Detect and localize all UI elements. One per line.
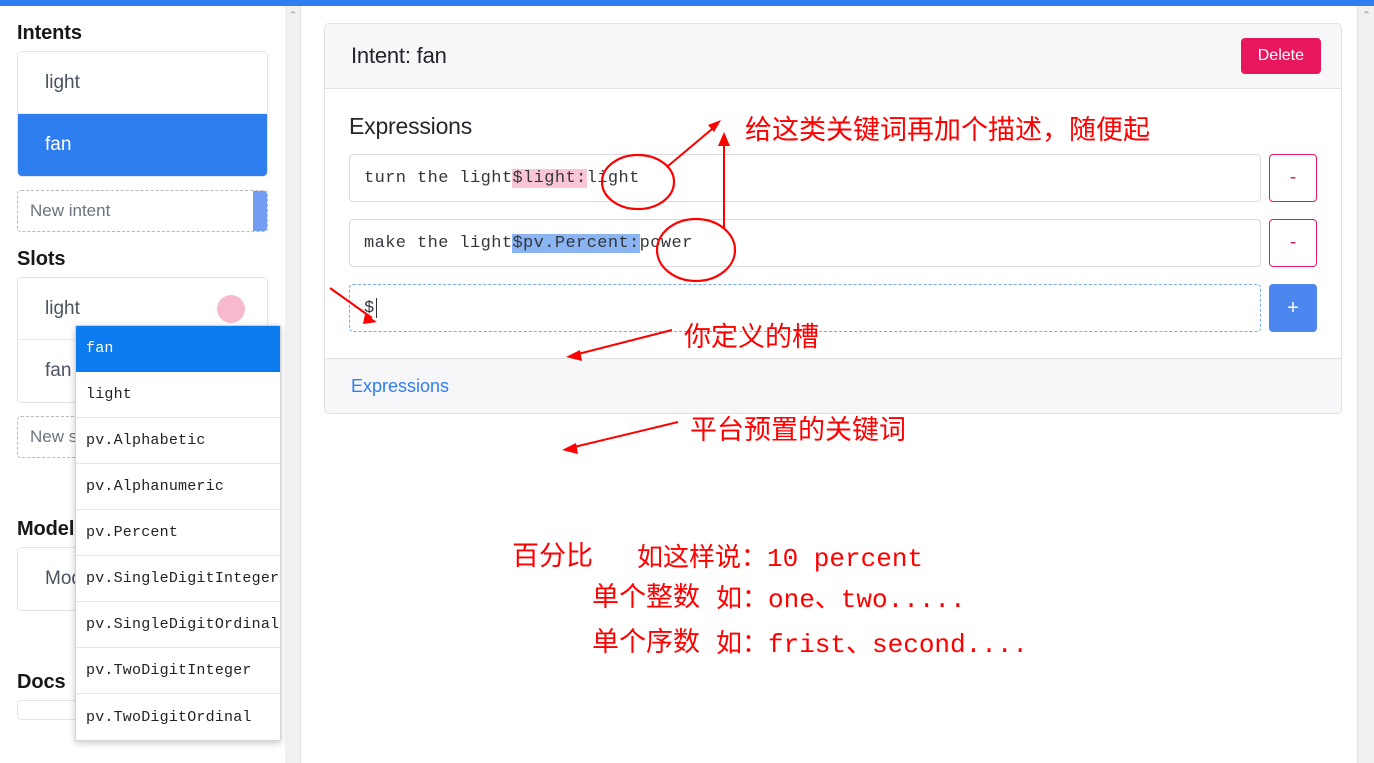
add-intent-button[interactable]: + xyxy=(253,191,268,231)
sidebar-scrollbar[interactable]: ⌃ xyxy=(285,6,301,763)
scroll-up-icon[interactable]: ⌃ xyxy=(285,10,301,22)
dropdown-item-pv-twodigitordinal[interactable]: pv.TwoDigitOrdinal xyxy=(76,694,280,740)
dropdown-item-label: light xyxy=(86,386,132,403)
page-scroll-up-icon[interactable]: ⌃ xyxy=(1358,10,1374,22)
dropdown-item-pv-singledigitordinal[interactable]: pv.SingleDigitOrdinal xyxy=(76,602,280,648)
dropdown-item-label: fan xyxy=(86,340,114,357)
main-content: Intent: fan Delete Expressions turn the … xyxy=(302,6,1342,763)
dropdown-item-pv-alphanumeric[interactable]: pv.Alphanumeric xyxy=(76,464,280,510)
expression-1-suffix: light xyxy=(587,169,640,188)
slot-fan-label: fan xyxy=(45,360,71,382)
expression-1-prefix: turn the light xyxy=(364,169,512,188)
dropdown-item-light[interactable]: light xyxy=(76,372,280,418)
dropdown-item-label: pv.SingleDigitInteger xyxy=(86,570,279,587)
new-expression-row: $ + xyxy=(349,284,1317,332)
intent-panel-body: Expressions turn the light $light:light … xyxy=(325,89,1341,358)
delete-button[interactable]: Delete xyxy=(1241,38,1321,74)
slots-heading: Slots xyxy=(17,232,268,277)
new-intent-row: + xyxy=(17,190,268,232)
expression-2-suffix: power xyxy=(640,234,693,253)
expression-2-prefix: make the light xyxy=(364,234,512,253)
expressions-section-title: Expressions xyxy=(349,113,1317,140)
expression-row: turn the light $light:light - xyxy=(349,154,1317,202)
dropdown-item-label: pv.SingleDigitOrdinal xyxy=(86,616,279,633)
expression-input-1[interactable]: turn the light $light:light xyxy=(349,154,1261,202)
new-expression-input[interactable]: $ xyxy=(349,284,1261,332)
new-intent-input[interactable] xyxy=(18,191,253,231)
expressions-footer-link[interactable]: Expressions xyxy=(351,376,449,397)
page-scrollbar[interactable]: ⌃ xyxy=(1357,6,1374,763)
new-expression-value: $ xyxy=(364,299,375,318)
intent-fan-label: fan xyxy=(45,134,71,156)
intents-heading: Intents xyxy=(17,6,268,51)
dropdown-item-label: pv.Percent xyxy=(86,524,178,541)
dropdown-item-label: pv.TwoDigitInteger xyxy=(86,662,252,679)
dropdown-item-fan[interactable]: fan xyxy=(76,326,280,372)
intent-editor-app: Intents light fan + Slots light fan xyxy=(0,0,1374,763)
intents-list: light fan xyxy=(17,51,268,177)
dropdown-item-pv-singledigitinteger[interactable]: pv.SingleDigitInteger xyxy=(76,556,280,602)
intent-panel-footer: Expressions xyxy=(325,358,1341,413)
page-title: Intent: fan xyxy=(351,43,447,69)
sidebar-item-intent-light[interactable]: light xyxy=(18,52,267,114)
dropdown-item-label: pv.Alphanumeric xyxy=(86,478,224,495)
intent-panel: Intent: fan Delete Expressions turn the … xyxy=(324,23,1342,414)
dropdown-item-label: pv.TwoDigitOrdinal xyxy=(86,709,252,726)
expression-2-slot-token: $pv.Percent: xyxy=(512,234,639,253)
dropdown-item-pv-alphabetic[interactable]: pv.Alphabetic xyxy=(76,418,280,464)
expression-input-2[interactable]: make the light $pv.Percent:power xyxy=(349,219,1261,267)
dropdown-item-pv-twodigitinteger[interactable]: pv.TwoDigitInteger xyxy=(76,648,280,694)
remove-expression-button-1[interactable]: - xyxy=(1269,154,1317,202)
slot-light-label: light xyxy=(45,298,80,320)
slot-light-color-dot xyxy=(217,295,245,323)
remove-expression-button-2[interactable]: - xyxy=(1269,219,1317,267)
intent-panel-header: Intent: fan Delete xyxy=(325,24,1341,89)
add-expression-button[interactable]: + xyxy=(1269,284,1317,332)
slot-autocomplete-dropdown[interactable]: fan light pv.Alphabetic pv.Alphanumeric … xyxy=(75,325,281,741)
intent-light-label: light xyxy=(45,72,80,94)
sidebar-item-intent-fan[interactable]: fan xyxy=(18,114,267,176)
expression-1-slot-token: $light: xyxy=(512,169,586,188)
text-caret xyxy=(376,298,377,318)
dropdown-item-label: pv.Alphabetic xyxy=(86,432,206,449)
dropdown-item-pv-percent[interactable]: pv.Percent xyxy=(76,510,280,556)
expression-row: make the light $pv.Percent:power - xyxy=(349,219,1317,267)
